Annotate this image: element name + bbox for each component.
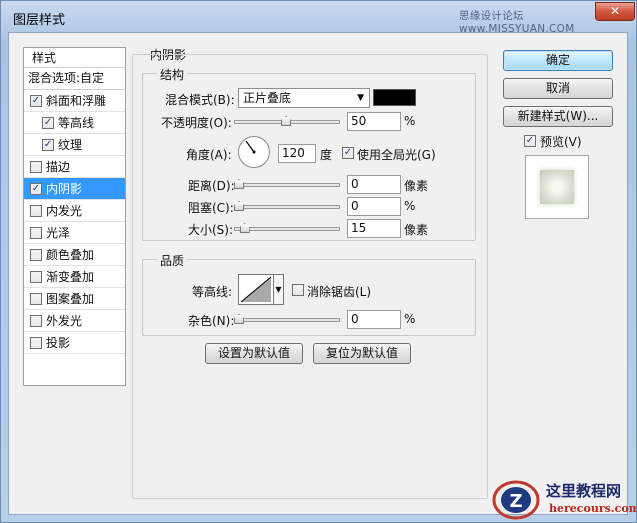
quality-title: 品质 xyxy=(157,252,188,269)
style-list-item[interactable]: 图案叠加 xyxy=(24,288,125,310)
size-input[interactable]: 15 xyxy=(347,219,401,238)
angle-label: 角度(A): xyxy=(186,148,232,162)
blend-options-label: 混合选项:自定 xyxy=(28,71,105,85)
style-list-item[interactable]: 描边 xyxy=(24,156,125,178)
noise-slider[interactable] xyxy=(234,314,340,324)
noise-label: 杂色(N): xyxy=(188,314,235,328)
style-list-checkbox[interactable] xyxy=(30,205,42,217)
style-list-item[interactable]: 内发光 xyxy=(24,200,125,222)
style-list-item-label: 颜色叠加 xyxy=(46,248,95,262)
cancel-button[interactable]: 取消 xyxy=(503,78,613,99)
blend-options-item[interactable]: 混合选项:自定 xyxy=(24,68,125,90)
make-default-button[interactable]: 设置为默认值 xyxy=(205,343,303,364)
opacity-label: 不透明度(O): xyxy=(161,116,232,130)
blend-mode-select[interactable]: 正片叠底 ▼ xyxy=(238,88,370,108)
style-list-item[interactable]: 等高线 xyxy=(24,112,125,134)
angle-needle-icon xyxy=(245,140,256,154)
style-list-checkbox[interactable] xyxy=(30,315,42,327)
preview-checkbox[interactable] xyxy=(524,135,536,147)
distance-input[interactable]: 0 xyxy=(347,175,401,194)
blend-mode-label: 混合模式(B): xyxy=(165,93,235,107)
style-list: 样式 混合选项:自定 斜面和浮雕等高线纹理描边内阴影内发光光泽颜色叠加渐变叠加图… xyxy=(23,47,126,386)
style-list-checkbox[interactable] xyxy=(30,161,42,173)
style-list-checkbox[interactable] xyxy=(30,249,42,261)
contour-dropdown-button[interactable]: ▼ xyxy=(274,274,284,305)
style-list-item[interactable]: 光泽 xyxy=(24,222,125,244)
style-list-item-label: 投影 xyxy=(46,336,71,350)
style-list-item-label: 渐变叠加 xyxy=(46,270,95,284)
opacity-slider[interactable] xyxy=(234,116,340,126)
preview-label[interactable]: 预览(V) xyxy=(540,133,582,150)
size-slider[interactable] xyxy=(234,223,340,233)
svg-text:Z: Z xyxy=(509,491,522,512)
chevron-down-icon: ▼ xyxy=(275,285,282,294)
preview-swatch xyxy=(540,170,574,204)
choke-unit: % xyxy=(404,199,416,213)
style-list-item-label: 描边 xyxy=(46,160,71,174)
contour-picker[interactable] xyxy=(238,274,274,305)
reset-default-button[interactable]: 复位为默认值 xyxy=(313,343,411,364)
angle-input[interactable]: 120 xyxy=(278,144,316,163)
title-bar: 图层样式 思缘设计论坛 www.MISSYUAN.COM ✕ xyxy=(1,1,636,35)
style-list-checkbox[interactable] xyxy=(42,117,54,129)
structure-title: 结构 xyxy=(157,66,188,83)
global-light-checkbox[interactable] xyxy=(342,147,354,159)
style-list-item-label: 光泽 xyxy=(46,226,71,240)
style-list-item-label: 等高线 xyxy=(58,116,95,130)
choke-slider[interactable] xyxy=(234,201,340,211)
style-list-item[interactable]: 外发光 xyxy=(24,310,125,332)
watermark-url: herecours.com xyxy=(549,502,637,515)
style-list-item[interactable]: 渐变叠加 xyxy=(24,266,125,288)
style-list-item-label: 图案叠加 xyxy=(46,292,95,306)
style-list-item[interactable]: 斜面和浮雕 xyxy=(24,90,125,112)
distance-label: 距离(D): xyxy=(188,179,235,193)
anti-alias-checkbox[interactable] xyxy=(292,284,304,296)
noise-unit: % xyxy=(404,312,416,326)
style-list-checkbox[interactable] xyxy=(30,95,42,107)
close-icon: ✕ xyxy=(609,4,621,18)
global-light-label[interactable]: 使用全局光(G) xyxy=(357,146,436,163)
style-list-item[interactable]: 内阴影 xyxy=(24,178,125,200)
style-list-item-label: 内阴影 xyxy=(46,182,83,196)
style-list-checkbox[interactable] xyxy=(30,183,42,195)
style-list-item-label: 内发光 xyxy=(46,204,83,218)
style-list-item[interactable]: 纹理 xyxy=(24,134,125,156)
style-list-item-label: 纹理 xyxy=(58,138,83,152)
size-unit: 像素 xyxy=(404,223,429,237)
watermark-title: 这里教程网 xyxy=(546,482,622,500)
choke-label: 阻塞(C): xyxy=(188,201,234,215)
style-list-header[interactable]: 样式 xyxy=(24,48,125,68)
anti-alias-label[interactable]: 消除锯齿(L) xyxy=(307,283,371,300)
style-list-checkbox[interactable] xyxy=(30,227,42,239)
chevron-down-icon: ▼ xyxy=(357,93,364,103)
angle-unit: 度 xyxy=(320,148,333,162)
style-list-checkbox[interactable] xyxy=(30,271,42,283)
size-label: 大小(S): xyxy=(188,223,234,237)
close-button[interactable]: ✕ xyxy=(595,2,635,21)
site-logo-icon: Z xyxy=(492,480,540,520)
contour-label: 等高线: xyxy=(192,285,233,299)
ok-button[interactable]: 确定 xyxy=(503,50,613,71)
style-list-item[interactable]: 颜色叠加 xyxy=(24,244,125,266)
opacity-unit: % xyxy=(404,114,416,128)
style-list-checkbox[interactable] xyxy=(42,139,54,151)
style-list-item-label: 外发光 xyxy=(46,314,83,328)
style-list-item-label: 斜面和浮雕 xyxy=(46,94,107,108)
style-list-checkbox[interactable] xyxy=(30,337,42,349)
angle-dial[interactable] xyxy=(238,136,270,168)
new-style-button[interactable]: 新建样式(W)... xyxy=(503,106,613,127)
style-list-item[interactable]: 投影 xyxy=(24,332,125,354)
opacity-input[interactable]: 50 xyxy=(347,112,401,131)
style-list-header-label: 样式 xyxy=(32,51,57,65)
choke-input[interactable]: 0 xyxy=(347,197,401,216)
linear-contour-icon xyxy=(240,276,272,303)
style-list-checkbox[interactable] xyxy=(30,293,42,305)
window-title: 图层样式 xyxy=(13,13,66,28)
blend-mode-value: 正片叠底 xyxy=(243,91,292,105)
noise-input[interactable]: 0 xyxy=(347,310,401,329)
shadow-color-swatch[interactable] xyxy=(373,89,416,106)
distance-slider[interactable] xyxy=(234,179,340,189)
distance-unit: 像素 xyxy=(404,179,429,193)
style-preview xyxy=(525,155,589,219)
